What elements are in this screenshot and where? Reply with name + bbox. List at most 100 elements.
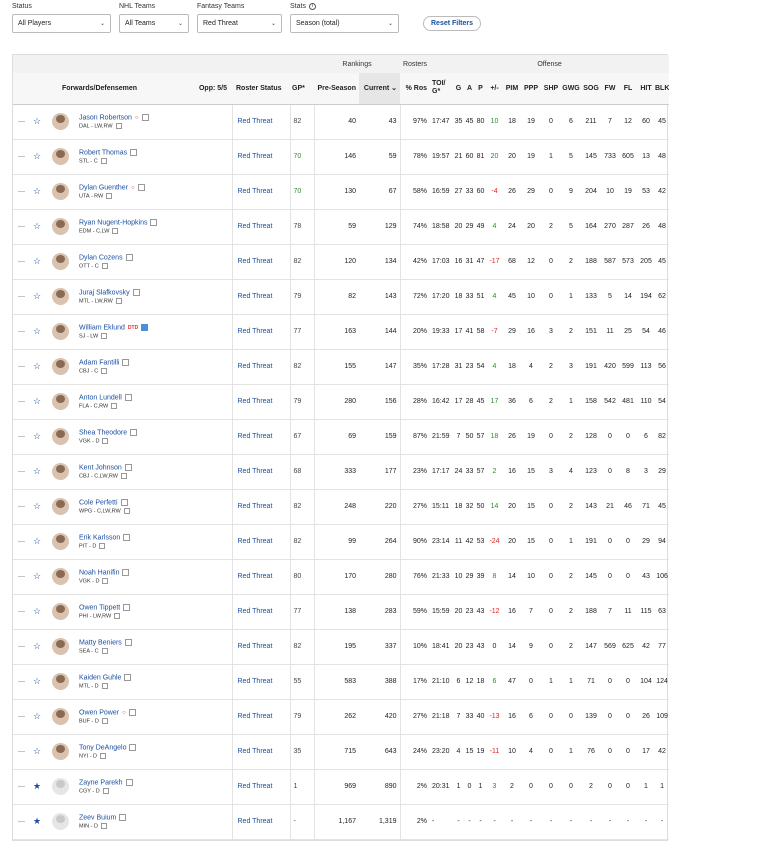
col-sog[interactable]: SOG (581, 73, 601, 105)
drag-handle[interactable]: — (13, 174, 30, 209)
star-icon[interactable]: ☆ (30, 279, 44, 314)
col-gp[interactable]: GP* (290, 73, 314, 105)
drag-handle[interactable]: — (13, 664, 30, 699)
note-icon[interactable] (125, 778, 133, 786)
news-icon[interactable] (112, 227, 119, 234)
drag-handle[interactable]: — (13, 104, 30, 139)
col-fw[interactable]: FW (601, 73, 619, 105)
note-icon[interactable] (124, 393, 132, 401)
reset-filters-button[interactable]: Reset Filters (423, 16, 482, 31)
player-name-link[interactable]: Noah Hanifin (79, 569, 119, 576)
col-fl[interactable]: FL (619, 73, 637, 105)
col-shp[interactable]: SHP (541, 73, 561, 105)
news-icon[interactable] (101, 717, 108, 724)
fantasy-teams-select[interactable]: Red Threat ⌄ (197, 14, 282, 33)
note-icon[interactable] (128, 708, 136, 716)
roster-status-link[interactable]: Red Threat (232, 384, 291, 419)
roster-status-link[interactable]: Red Threat (232, 104, 291, 139)
news-icon[interactable] (101, 647, 108, 654)
star-icon[interactable]: ☆ (30, 699, 44, 734)
col-pim[interactable]: PIM (503, 73, 521, 105)
roster-status-link[interactable]: Red Threat (232, 629, 291, 664)
player-name-link[interactable]: Matty Beniers (79, 639, 122, 646)
note-icon[interactable] (123, 533, 131, 541)
roster-status-link[interactable]: Red Threat (232, 244, 291, 279)
col-current[interactable]: Current ⌄ (359, 73, 400, 105)
note-icon[interactable] (120, 498, 128, 506)
drag-handle[interactable]: — (13, 139, 30, 174)
player-name-link[interactable]: Kent Johnson (79, 464, 122, 471)
note-icon[interactable] (132, 288, 140, 296)
drag-handle[interactable]: — (13, 804, 30, 839)
news-icon[interactable] (111, 402, 118, 409)
player-name-link[interactable]: Jason Robertson (79, 114, 132, 121)
news-icon[interactable] (99, 542, 106, 549)
star-icon[interactable]: ☆ (30, 104, 44, 139)
news-icon[interactable] (101, 262, 108, 269)
drag-handle[interactable]: — (13, 594, 30, 629)
star-icon[interactable]: ★ (30, 769, 44, 804)
drag-handle[interactable]: — (13, 489, 30, 524)
drag-handle[interactable]: — (13, 279, 30, 314)
player-name-link[interactable]: Erik Karlsson (79, 534, 120, 541)
note-icon[interactable] (129, 743, 137, 751)
note-icon[interactable] (125, 253, 133, 261)
col-ppp[interactable]: PPP (521, 73, 541, 105)
drag-handle[interactable]: — (13, 769, 30, 804)
nhl-teams-select[interactable]: All Teams ⌄ (119, 14, 189, 33)
roster-status-link[interactable]: Red Threat (232, 734, 291, 769)
drag-handle[interactable]: — (13, 524, 30, 559)
player-name-link[interactable]: Owen Power (79, 709, 119, 716)
roster-status-link[interactable]: Red Threat (232, 209, 291, 244)
star-icon[interactable]: ★ (30, 804, 44, 839)
star-icon[interactable]: ☆ (30, 594, 44, 629)
roster-status-link[interactable]: Red Threat (232, 314, 291, 349)
player-name-link[interactable]: Anton Lundell (79, 394, 122, 401)
roster-status-link[interactable]: Red Threat (232, 524, 291, 559)
col-blk[interactable]: BLK (655, 73, 670, 105)
roster-status-link[interactable]: Red Threat (232, 594, 291, 629)
note-icon[interactable] (122, 358, 130, 366)
player-name-link[interactable]: Kaiden Guhle (79, 674, 121, 681)
note-icon[interactable] (119, 813, 127, 821)
roster-status-link[interactable]: Red Threat (232, 279, 291, 314)
player-name-link[interactable]: Cole Perfetti (79, 499, 118, 506)
note-icon[interactable] (124, 638, 132, 646)
news-icon[interactable] (101, 682, 108, 689)
col-player[interactable]: Forwards/Defensemen (44, 73, 194, 105)
note-icon[interactable] (123, 603, 131, 611)
drag-handle[interactable]: — (13, 349, 30, 384)
news-icon[interactable] (100, 157, 107, 164)
col-roster-status[interactable]: Roster Status (232, 73, 290, 105)
player-name-link[interactable]: Shea Theodore (79, 429, 127, 436)
note-icon[interactable] (130, 428, 138, 436)
star-icon[interactable]: ☆ (30, 664, 44, 699)
note-icon[interactable] (124, 673, 132, 681)
star-icon[interactable]: ☆ (30, 419, 44, 454)
info-icon[interactable]: i (308, 3, 316, 10)
star-icon[interactable]: ☆ (30, 629, 44, 664)
note-icon[interactable] (122, 568, 130, 576)
col-toi[interactable]: TOI/ G* (430, 73, 453, 105)
drag-handle[interactable]: — (13, 314, 30, 349)
player-name-link[interactable]: William Eklund (79, 324, 125, 331)
news-icon[interactable] (101, 332, 108, 339)
star-icon[interactable]: ☆ (30, 314, 44, 349)
player-name-link[interactable]: Robert Thomas (79, 149, 127, 156)
player-name-link[interactable]: Dylan Cozens (79, 254, 123, 261)
col-a[interactable]: A (464, 73, 475, 105)
player-name-link[interactable]: Juraj Slafkovsky (79, 289, 130, 296)
drag-handle[interactable]: — (13, 384, 30, 419)
player-name-link[interactable]: Zayne Parekh (79, 779, 123, 786)
news-icon[interactable] (101, 367, 108, 374)
roster-status-link[interactable]: Red Threat (232, 139, 291, 174)
col-pre-season[interactable]: Pre-Season (314, 73, 359, 105)
player-name-link[interactable]: Dylan Guenther (79, 184, 128, 191)
col-p[interactable]: P (475, 73, 486, 105)
star-icon[interactable]: ☆ (30, 559, 44, 594)
news-icon[interactable] (120, 472, 127, 479)
drag-handle[interactable]: — (13, 699, 30, 734)
roster-status-link[interactable]: Red Threat (232, 664, 291, 699)
col-gwg[interactable]: GWG (561, 73, 581, 105)
star-icon[interactable]: ☆ (30, 209, 44, 244)
